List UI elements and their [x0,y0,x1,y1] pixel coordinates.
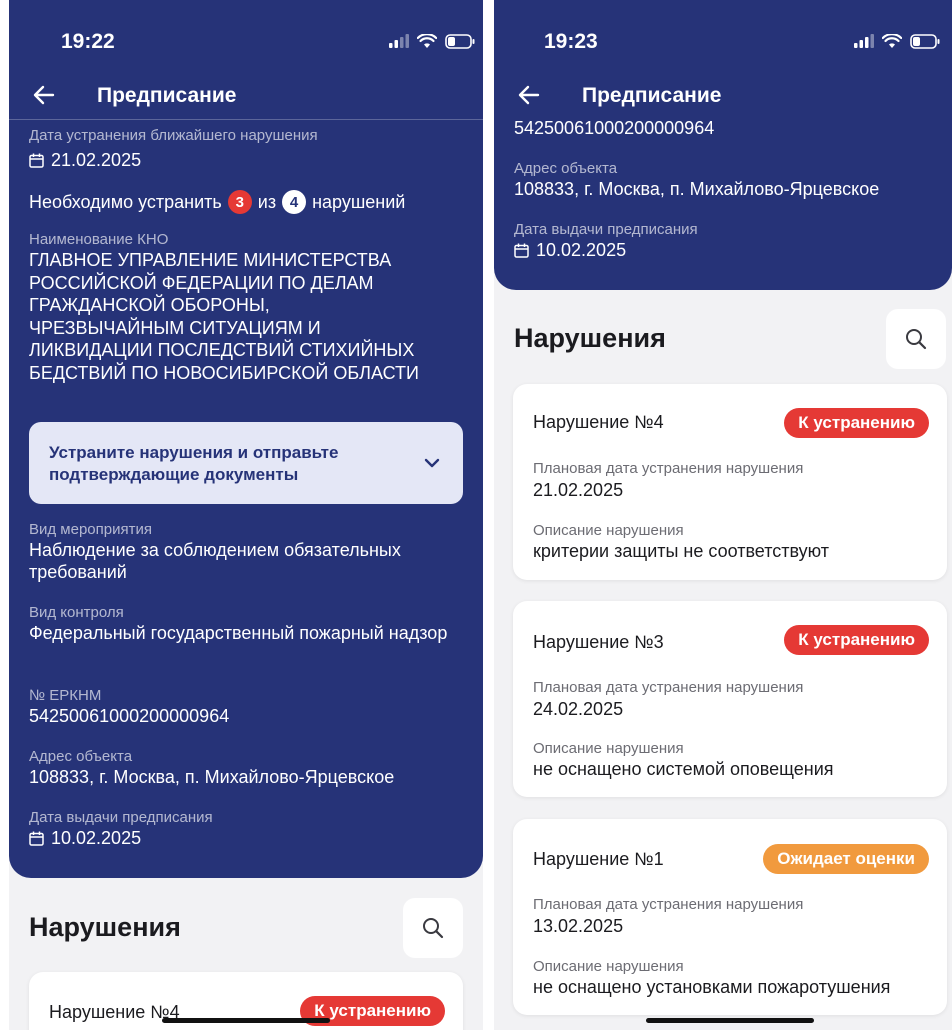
issue-date-label: Дата выдачи предписания [29,809,213,826]
wifi-icon [417,33,437,48]
control-type-label: Вид контроля [29,604,124,621]
back-arrow-icon[interactable] [516,82,542,108]
wifi-icon [882,33,902,48]
status-badge: Ожидает оценки [763,844,929,874]
prescription-header: 19:22 Предписание Дата устранения ближай… [9,0,483,878]
kno-field: Наименование КНО ГЛАВНОЕ УПРАВЛЕНИЕ МИНИ… [29,230,423,384]
description-label: Описание нарушения [533,740,684,757]
search-icon [906,329,927,350]
nearest-fix-date: 21.02.2025 [51,150,142,170]
chevron-down-icon[interactable] [423,454,441,472]
violation-card-4[interactable]: Нарушение №4 К устранению Плановая дата … [513,384,947,580]
back-arrow-icon[interactable] [31,82,57,108]
erknm-value: 54250061000200000964 [514,118,715,138]
erknm-label: № ЕРКНМ [29,687,102,704]
plan-date-label: Плановая дата устранения нарушения [533,460,804,477]
remaining-count-badge: 3 [227,190,252,214]
action-required-text: Устраните нарушения и отправьте подтверж… [49,443,339,484]
plan-date-value: 24.02.2025 [533,699,624,719]
status-icons [389,30,475,52]
issue-date-label: Дата выдачи предписания [514,221,698,238]
issue-date-value: 10.02.2025 [51,828,142,848]
nav-bar: Предписание [9,72,483,120]
search-icon [423,918,444,939]
search-button[interactable] [886,309,946,369]
total-count-badge: 4 [282,190,307,214]
description-value: критерии защиты не соответствуют [533,541,830,561]
address-label: Адрес объекта [29,748,133,765]
plan-date-label: Плановая дата устранения нарушения [533,896,804,913]
signal-icon [854,34,874,48]
issue-date-field: Дата выдачи предписания 10.02.2025 [514,220,932,261]
violation-title: Нарушение №1 [533,849,664,869]
violation-title: Нарушение №3 [533,632,664,652]
home-indicator [646,1018,814,1023]
erknm-value: 54250061000200000964 [29,706,230,726]
erknm-field: 54250061000200000964 [514,117,932,139]
status-bar: 19:23 [494,0,952,72]
calendar-icon [29,153,44,168]
status-badge: К устранению [784,625,929,655]
event-type-field: Вид мероприятия Наблюдение за соблюдение… [29,520,463,583]
description-label: Описание нарушения [533,958,684,975]
plan-date-label: Плановая дата устранения нарушения [533,679,804,696]
address-field: Адрес объекта 108833, г. Москва, п. Миха… [514,159,932,200]
address-label: Адрес объекта [514,160,618,177]
violation-card-1[interactable]: Нарушение №1 Ожидает оценки Плановая дат… [513,819,947,1015]
violation-card-3[interactable]: Нарушение №3 К устранению Плановая дата … [513,601,947,797]
action-required-box[interactable]: Устраните нарушения и отправьте подтверж… [29,422,463,504]
search-button[interactable] [403,898,463,958]
home-indicator [162,1018,330,1023]
control-type-value: Федеральный государственный пожарный над… [29,623,448,643]
count-middle: из [257,191,277,212]
nearest-fix-label: Дата устранения ближайшего нарушения [29,127,318,144]
plan-date-value: 13.02.2025 [533,916,624,936]
nearest-fix-field: Дата устранения ближайшего нарушения 21.… [29,126,463,171]
description-value: не оснащено установками пожаротушения [533,977,891,997]
status-bar: 19:22 [9,0,483,72]
count-suffix: нарушений [312,191,406,212]
count-prefix: Необходимо устранить [29,191,222,212]
event-type-value: Наблюдение за соблюдением обязательных т… [29,540,401,582]
battery-icon [910,33,940,49]
violation-title: Нарушение №4 [49,1002,180,1022]
violation-title: Нарушение №4 [533,412,664,432]
prescription-header: 19:23 Предписание 54250061000200000964 А… [494,0,952,290]
violations-count-line: Необходимо устранить 3 из 4 нарушений [29,190,405,214]
kno-value: ГЛАВНОЕ УПРАВЛЕНИЕ МИНИСТЕРСТВА РОССИЙСК… [29,250,419,383]
event-type-label: Вид мероприятия [29,521,152,538]
right-screen: 19:23 Предписание 54250061000200000964 А… [494,0,952,1030]
issue-date-line: 10.02.2025 [514,239,932,261]
address-field: Адрес объекта 108833, г. Москва, п. Миха… [29,747,463,788]
nav-bar: Предписание [494,72,952,120]
nearest-fix-date-line: 21.02.2025 [29,149,463,171]
description-value: не оснащено системой оповещения [533,759,834,779]
status-time: 19:23 [544,30,598,53]
status-time: 19:22 [61,30,115,53]
kno-label: Наименование КНО [29,231,169,248]
address-value: 108833, г. Москва, п. Михайлово-Ярцевско… [514,179,880,199]
erknm-field: № ЕРКНМ 54250061000200000964 [29,686,463,727]
violations-section-title: Нарушения [29,912,181,942]
signal-icon [389,34,409,48]
address-value: 108833, г. Москва, п. Михайлово-Ярцевско… [29,767,395,787]
page-title: Предписание [97,84,237,107]
violations-section-title: Нарушения [514,323,666,353]
page-title: Предписание [582,84,722,107]
issue-date-line: 10.02.2025 [29,827,463,849]
calendar-icon [29,831,44,846]
plan-date-value: 21.02.2025 [533,480,624,500]
left-screen: 19:22 Предписание Дата устранения ближай… [9,0,483,1030]
status-icons [854,30,940,52]
control-type-field: Вид контроля Федеральный государственный… [29,603,463,644]
status-badge: К устранению [784,408,929,438]
issue-date-value: 10.02.2025 [536,240,627,260]
calendar-icon [514,243,529,258]
issue-date-field: Дата выдачи предписания 10.02.2025 [29,808,463,849]
battery-icon [445,33,475,49]
description-label: Описание нарушения [533,522,684,539]
